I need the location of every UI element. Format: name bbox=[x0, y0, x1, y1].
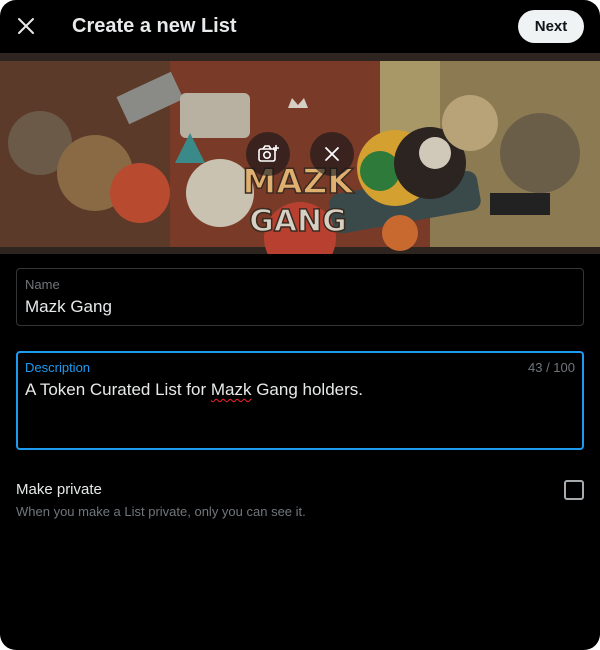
name-field-label: Name bbox=[25, 277, 60, 292]
create-list-modal: Create a new List Next MAZK GANG Name Ma… bbox=[0, 0, 600, 650]
description-field[interactable]: Description 43 / 100 A Token Curated Lis… bbox=[16, 351, 584, 450]
description-text-before: A Token Curated List for bbox=[25, 380, 211, 399]
close-button[interactable] bbox=[8, 8, 44, 44]
banner-actions bbox=[0, 53, 600, 254]
name-field[interactable]: Name Mazk Gang bbox=[16, 268, 584, 326]
list-banner-image: MAZK GANG bbox=[0, 53, 600, 254]
remove-photo-button[interactable] bbox=[310, 131, 354, 176]
add-photo-button[interactable] bbox=[246, 131, 290, 176]
close-icon bbox=[325, 146, 339, 161]
misspelled-word: Mazk bbox=[210, 380, 252, 399]
character-counter: 43 / 100 bbox=[528, 360, 575, 375]
camera-add-icon bbox=[258, 144, 279, 162]
make-private-help-text: When you make a List private, only you c… bbox=[16, 504, 306, 519]
close-icon bbox=[18, 18, 34, 34]
make-private-checkbox[interactable] bbox=[564, 480, 584, 500]
description-field-label: Description bbox=[25, 360, 91, 375]
name-input[interactable]: Mazk Gang bbox=[25, 297, 112, 317]
next-button[interactable]: Next bbox=[518, 10, 584, 43]
make-private-label: Make private bbox=[16, 481, 102, 498]
description-text-after: Gang holders. bbox=[251, 380, 363, 399]
modal-title: Create a new List bbox=[72, 15, 237, 37]
modal-header: Create a new List Next bbox=[0, 0, 600, 53]
description-input[interactable]: A Token Curated List for Mazk Gang holde… bbox=[25, 380, 363, 400]
